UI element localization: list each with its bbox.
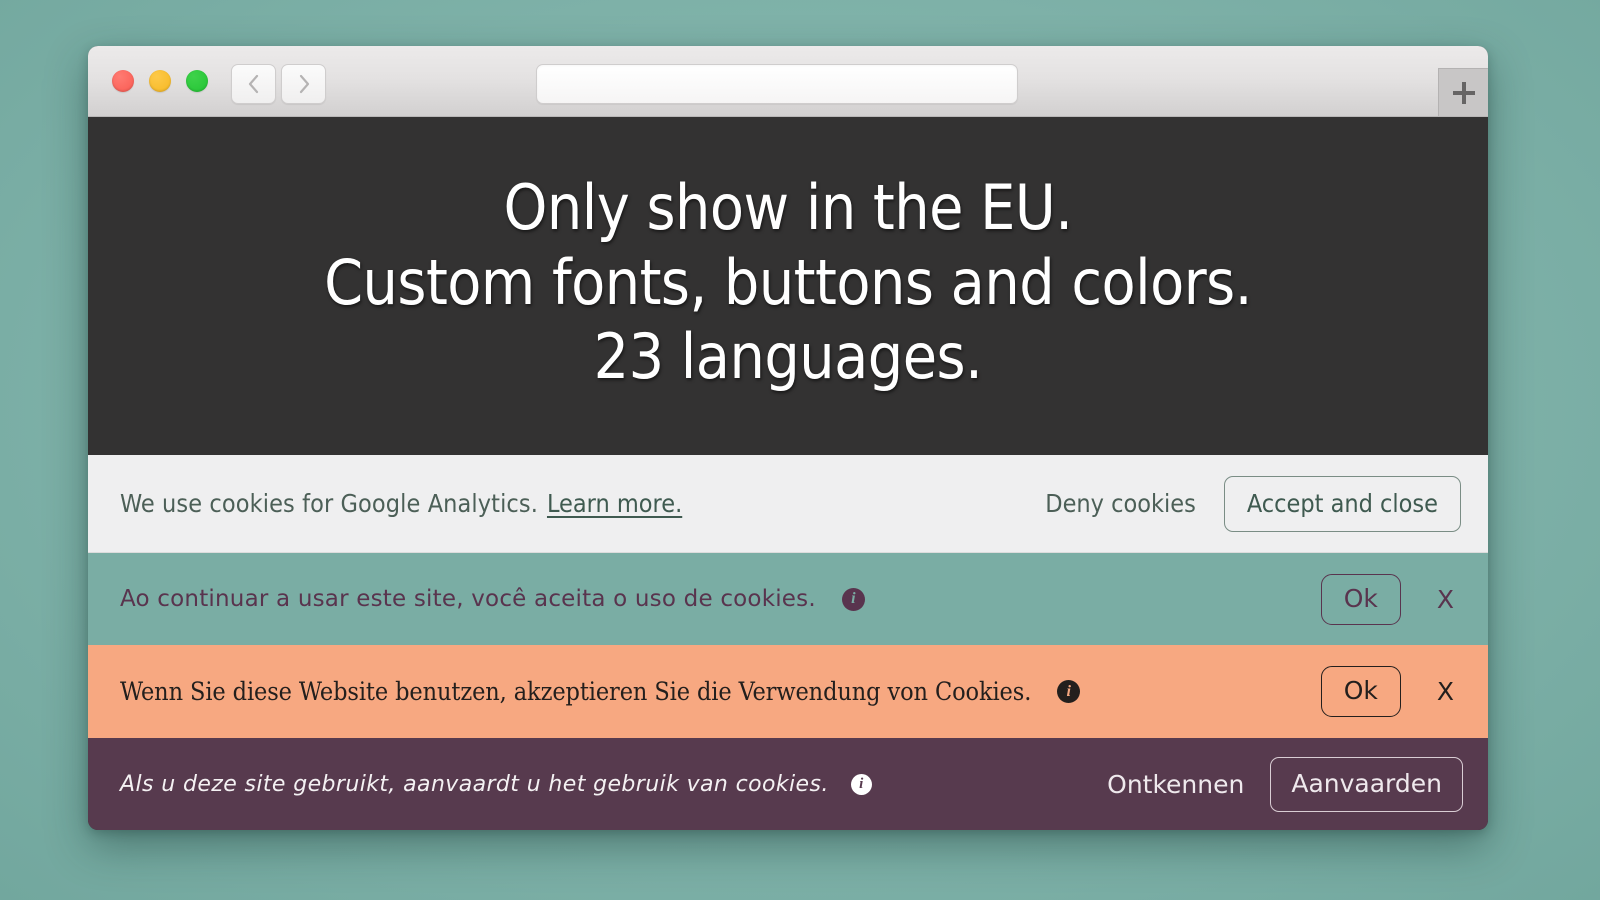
hero-line-1: Only show in the EU. [503, 171, 1073, 245]
close-icon[interactable]: X [1437, 585, 1454, 614]
deny-cookies-button[interactable]: Deny cookies [1045, 489, 1196, 518]
hero-line-2: Custom fonts, buttons and colors. [324, 245, 1252, 319]
hero-line-3: 23 languages. [593, 320, 983, 394]
banner-message: Wenn Sie diese Website benutzen, akzepti… [120, 677, 1032, 706]
banner-message-wrapper: Wenn Sie diese Website benutzen, akzepti… [120, 677, 1321, 706]
chevron-left-icon [248, 74, 258, 94]
browser-titlebar [88, 46, 1488, 117]
window-controls [112, 70, 208, 92]
banner-message: Ao continuar a usar este site, você acei… [120, 586, 816, 612]
banner-actions: Ontkennen Aanvaarden [1107, 756, 1488, 812]
aanvaarden-button[interactable]: Aanvaarden [1270, 756, 1463, 812]
ok-button[interactable]: Ok [1320, 666, 1401, 717]
banner-message-wrapper: We use cookies for Google Analytics. Lea… [120, 489, 1045, 518]
banner-actions: Ok X [1320, 666, 1488, 717]
plus-icon [1452, 81, 1475, 104]
banner-message: Als u deze site gebruikt, aanvaardt u he… [120, 771, 829, 797]
browser-window: Only show in the EU. Custom fonts, butto… [88, 46, 1488, 830]
forward-button[interactable] [281, 64, 326, 104]
cookie-banner-dutch: Als u deze site gebruikt, aanvaardt u he… [88, 738, 1488, 830]
close-window-button[interactable] [112, 70, 134, 92]
banner-message: We use cookies for Google Analytics. [120, 489, 538, 518]
back-button[interactable] [231, 64, 276, 104]
info-icon[interactable]: i [1057, 680, 1081, 703]
learn-more-link[interactable]: Learn more. [547, 489, 682, 518]
accept-and-close-button[interactable]: Accept and close [1223, 475, 1461, 532]
ok-button[interactable]: Ok [1320, 573, 1401, 625]
minimize-window-button[interactable] [149, 70, 171, 92]
hero-section: Only show in the EU. Custom fonts, butto… [88, 117, 1488, 455]
ontkennen-button[interactable]: Ontkennen [1107, 770, 1244, 799]
close-icon[interactable]: X [1437, 677, 1454, 706]
banner-message-wrapper: Ao continuar a usar este site, você acei… [120, 586, 1321, 612]
banner-actions: Deny cookies Accept and close [1045, 475, 1488, 532]
chevron-right-icon [299, 74, 309, 94]
cookie-banner-german: Wenn Sie diese Website benutzen, akzepti… [88, 645, 1488, 738]
info-icon[interactable]: i [841, 587, 865, 611]
url-input[interactable] [536, 64, 1018, 104]
cookie-banner-google-analytics: We use cookies for Google Analytics. Lea… [88, 455, 1488, 553]
banner-actions: Ok X [1320, 573, 1488, 625]
info-icon[interactable]: i [850, 773, 872, 795]
banner-message-wrapper: Als u deze site gebruikt, aanvaardt u he… [120, 772, 1107, 797]
navigation-buttons [231, 64, 326, 104]
maximize-window-button[interactable] [186, 70, 208, 92]
cookie-banner-portuguese: Ao continuar a usar este site, você acei… [88, 553, 1488, 645]
new-tab-button[interactable] [1438, 68, 1488, 116]
